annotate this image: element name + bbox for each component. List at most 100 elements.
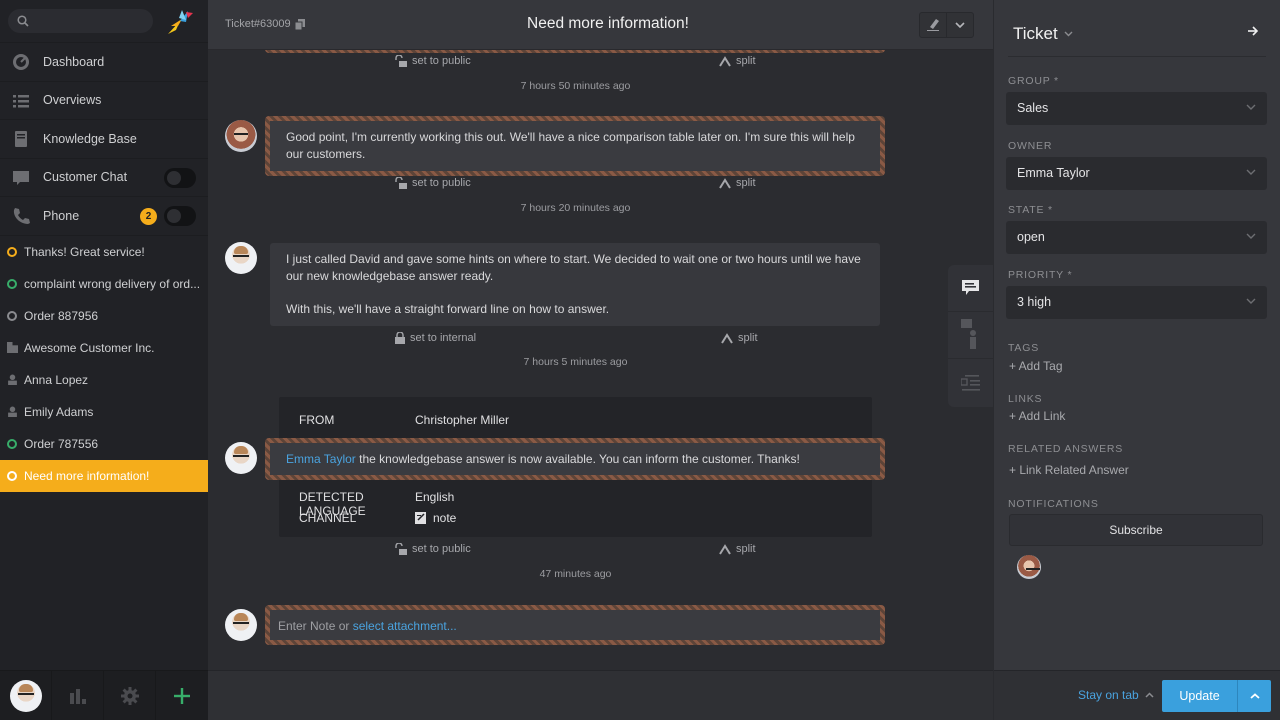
reports-button[interactable]: [52, 671, 104, 720]
article-actions: set to public split: [208, 177, 993, 193]
owner-select[interactable]: Emma Taylor: [1006, 157, 1267, 190]
split-action[interactable]: split: [721, 332, 758, 344]
split-action[interactable]: split: [719, 543, 756, 555]
highlighter-button[interactable]: [920, 13, 947, 37]
unlock-icon: [395, 55, 407, 67]
article-bubble-internal: [265, 50, 885, 53]
task-item[interactable]: Emily Adams: [0, 396, 208, 428]
unlock-icon: [395, 543, 407, 555]
state-label: STATE *: [1008, 204, 1053, 216]
task-item[interactable]: Thanks! Great service!: [0, 236, 208, 268]
more-actions-button[interactable]: [947, 13, 973, 37]
ticket-status-icon: [7, 470, 17, 481]
ticket-status-icon: [7, 246, 17, 257]
nav-phone[interactable]: Phone 2: [0, 196, 208, 235]
add-tag-link[interactable]: + Add Tag: [1009, 359, 1063, 373]
action-label: split: [736, 543, 756, 555]
nav-dashboard[interactable]: Dashboard: [0, 42, 208, 81]
article-bubble-internal: Good point, I'm currently working this o…: [265, 116, 885, 176]
set-visibility-action[interactable]: set to internal: [395, 332, 476, 344]
composer-placeholder: Enter Note or: [278, 619, 353, 633]
meta-value[interactable]: Christopher Miller: [415, 413, 509, 427]
author-avatar[interactable]: [225, 120, 257, 152]
set-visibility-action[interactable]: set to public: [395, 55, 471, 67]
article-body-line: With this, we'll have a straight forward…: [286, 302, 610, 316]
panel-title[interactable]: Ticket: [1013, 24, 1073, 44]
split-action[interactable]: split: [719, 55, 756, 67]
lock-icon: [395, 332, 405, 344]
update-button[interactable]: Update: [1162, 680, 1238, 712]
action-label: split: [738, 332, 758, 344]
article-type-customer[interactable]: [948, 312, 993, 359]
note-composer[interactable]: Enter Note or select attachment...: [265, 605, 885, 645]
article-type-nav: [948, 265, 993, 407]
task-item[interactable]: complaint wrong delivery of ord...: [0, 268, 208, 300]
group-select[interactable]: Sales: [1006, 92, 1267, 125]
new-button[interactable]: [156, 671, 208, 720]
priority-select[interactable]: 3 high: [1006, 286, 1267, 319]
task-item-active[interactable]: Need more information!: [0, 459, 208, 492]
task-item[interactable]: Awesome Customer Inc.: [0, 332, 208, 364]
author-avatar[interactable]: [225, 242, 257, 274]
task-label: Need more information!: [24, 468, 150, 483]
user-menu[interactable]: [0, 671, 52, 720]
article-body: Good point, I'm currently working this o…: [286, 130, 855, 161]
nav-knowledge-base[interactable]: Knowledge Base: [0, 119, 208, 158]
nav-customer-chat[interactable]: Customer Chat: [0, 157, 208, 197]
split-icon: [719, 543, 731, 555]
link-related-answer-link[interactable]: + Link Related Answer: [1009, 463, 1129, 477]
author-avatar[interactable]: [225, 442, 257, 474]
phone-toggle[interactable]: [164, 206, 196, 226]
state-select[interactable]: open: [1006, 221, 1267, 254]
meta-channel: CHANNEL note: [299, 511, 456, 525]
task-item[interactable]: Anna Lopez: [0, 364, 208, 396]
ticket-zoom: Ticket#63009 Need more information! set …: [208, 0, 993, 720]
select-attachment-link[interactable]: select attachment...: [353, 619, 457, 633]
nav-label: Overviews: [43, 93, 102, 108]
list-icon: [13, 94, 29, 107]
article-timestamp: 7 hours 20 minutes ago: [520, 202, 631, 214]
tags-label: TAGS: [1008, 342, 1040, 354]
article-timestamp: 47 minutes ago: [539, 568, 612, 580]
chevron-up-icon: [1249, 693, 1260, 699]
split-icon: [721, 332, 733, 344]
stay-on-tab-button[interactable]: Stay on tab: [1078, 688, 1154, 702]
subscribe-button[interactable]: Subscribe: [1009, 514, 1263, 546]
meta-key: FROM: [299, 413, 335, 427]
article-type-checklist[interactable]: [948, 359, 993, 406]
collapse-arrow-icon[interactable]: [1248, 26, 1258, 36]
dashboard-icon: [13, 54, 29, 70]
links-label: LINKS: [1008, 393, 1043, 405]
user-avatar: [9, 680, 42, 712]
search-icon: [17, 15, 29, 27]
customer-chat-toggle[interactable]: [164, 167, 196, 188]
current-user-avatar: [225, 609, 257, 641]
action-label: set to public: [412, 543, 471, 555]
mention-link[interactable]: Emma Taylor: [286, 452, 356, 466]
nav-overviews[interactable]: Overviews: [0, 80, 208, 120]
article-type-note[interactable]: [948, 265, 993, 312]
add-link-link[interactable]: + Add Link: [1009, 409, 1065, 423]
set-visibility-action[interactable]: set to public: [395, 543, 471, 555]
task-item[interactable]: Order 887956: [0, 300, 208, 332]
stats-icon: [69, 689, 86, 704]
settings-button[interactable]: [104, 671, 156, 720]
chevron-down-icon: [1246, 104, 1256, 110]
panel-header: Ticket: [1008, 0, 1266, 57]
search-input[interactable]: [8, 9, 153, 33]
owner-label: OWNER: [1008, 140, 1053, 152]
ticket-sidebar: Ticket GROUP * Sales OWNER Emma Taylor S…: [993, 0, 1280, 720]
chevron-down-icon: [1246, 298, 1256, 304]
split-action[interactable]: split: [719, 177, 756, 189]
unlock-icon: [395, 177, 407, 189]
set-visibility-action[interactable]: set to public: [395, 177, 471, 189]
nav-label: Phone: [43, 208, 80, 223]
sidebar: Dashboard Overviews Knowledge Base Custo…: [0, 0, 208, 720]
chevron-down-icon: [1246, 169, 1256, 175]
subscriber-avatar[interactable]: [1017, 555, 1041, 579]
logo-icon[interactable]: [162, 4, 196, 38]
article-actions: set to public split: [208, 55, 993, 71]
book-icon: [15, 131, 27, 147]
update-options-button[interactable]: [1238, 680, 1271, 712]
task-item[interactable]: Order 787556: [0, 428, 208, 460]
